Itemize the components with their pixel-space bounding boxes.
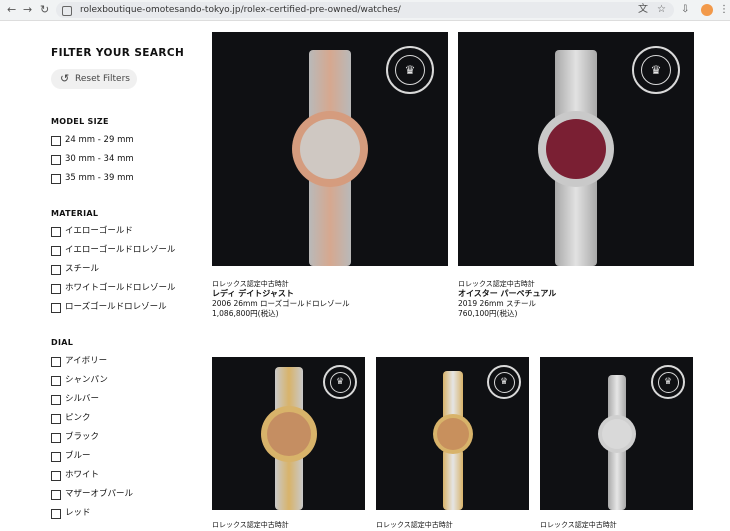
certified-badge-icon: ♛ <box>386 46 434 94</box>
certified-badge-icon: ♛ <box>487 365 521 399</box>
checkbox[interactable] <box>51 155 61 165</box>
certified-badge-icon: ♛ <box>632 46 680 94</box>
watch-bracelet <box>274 453 303 510</box>
checkbox[interactable] <box>51 471 61 481</box>
certified-badge-icon: ♛ <box>651 365 685 399</box>
checkbox[interactable] <box>51 490 61 500</box>
checkbox[interactable] <box>51 284 61 294</box>
watch-dial <box>601 418 632 449</box>
back-icon[interactable]: ← <box>7 2 16 18</box>
more-icon[interactable]: ⋮ <box>719 2 729 18</box>
checkbox[interactable] <box>51 376 61 386</box>
watch-dial <box>546 119 606 179</box>
site-info-icon[interactable] <box>62 6 72 16</box>
dial-heading: DIAL <box>51 338 74 347</box>
checkbox[interactable] <box>51 414 61 424</box>
checkbox[interactable] <box>51 433 61 443</box>
reset-filters-button[interactable]: ↺ Reset Filters <box>51 69 137 89</box>
watch-dial <box>436 417 469 450</box>
download-icon[interactable]: ⇩ <box>681 2 689 18</box>
product-card-image[interactable]: ♛ <box>540 357 693 510</box>
reset-icon: ↺ <box>60 72 70 85</box>
model-size-heading: MODEL SIZE <box>51 117 109 126</box>
checkbox[interactable] <box>51 227 61 237</box>
watch-dial <box>300 119 360 179</box>
product-meta[interactable]: ロレックス認定中古時計 <box>212 520 289 530</box>
checkbox[interactable] <box>51 452 61 462</box>
filter-title: FILTER YOUR SEARCH <box>51 47 185 59</box>
checkbox[interactable] <box>51 136 61 146</box>
product-meta[interactable]: ロレックス認定中古時計 <box>540 520 617 530</box>
reload-icon[interactable]: ↻ <box>40 2 49 18</box>
watch-bracelet <box>607 447 626 510</box>
avatar[interactable] <box>701 4 713 16</box>
checkbox[interactable] <box>51 265 61 275</box>
star-icon[interactable]: ☆ <box>657 2 666 18</box>
watch-dial <box>266 411 311 456</box>
browser-toolbar: ← → ↻ rolexboutique-omotesando-tokyo.jp/… <box>0 0 730 21</box>
checkbox[interactable] <box>51 303 61 313</box>
checkbox[interactable] <box>51 509 61 519</box>
material-heading: MATERIAL <box>51 209 99 218</box>
product-card-image[interactable]: ♛ <box>376 357 529 510</box>
watch-bracelet <box>442 449 463 510</box>
product-card-image[interactable]: ♛ <box>212 32 448 266</box>
product-card-image[interactable]: ♛ <box>458 32 694 266</box>
checkbox[interactable] <box>51 174 61 184</box>
checkbox[interactable] <box>51 357 61 367</box>
product-meta[interactable]: ロレックス認定中古時計 オイスター パーペチュアル 2019 26mm スチール… <box>458 279 556 319</box>
checkbox[interactable] <box>51 246 61 256</box>
product-meta[interactable]: ロレックス認定中古時計 <box>376 520 453 530</box>
forward-icon[interactable]: → <box>23 2 32 18</box>
product-meta[interactable]: ロレックス認定中古時計 レディ デイトジャスト 2006 26mm ローズゴール… <box>212 279 350 319</box>
translate-icon[interactable]: 文 <box>638 2 648 18</box>
product-card-image[interactable]: ♛ <box>212 357 365 510</box>
certified-badge-icon: ♛ <box>323 365 357 399</box>
checkbox[interactable] <box>51 395 61 405</box>
url-text: rolexboutique-omotesando-tokyo.jp/rolex-… <box>80 5 401 15</box>
